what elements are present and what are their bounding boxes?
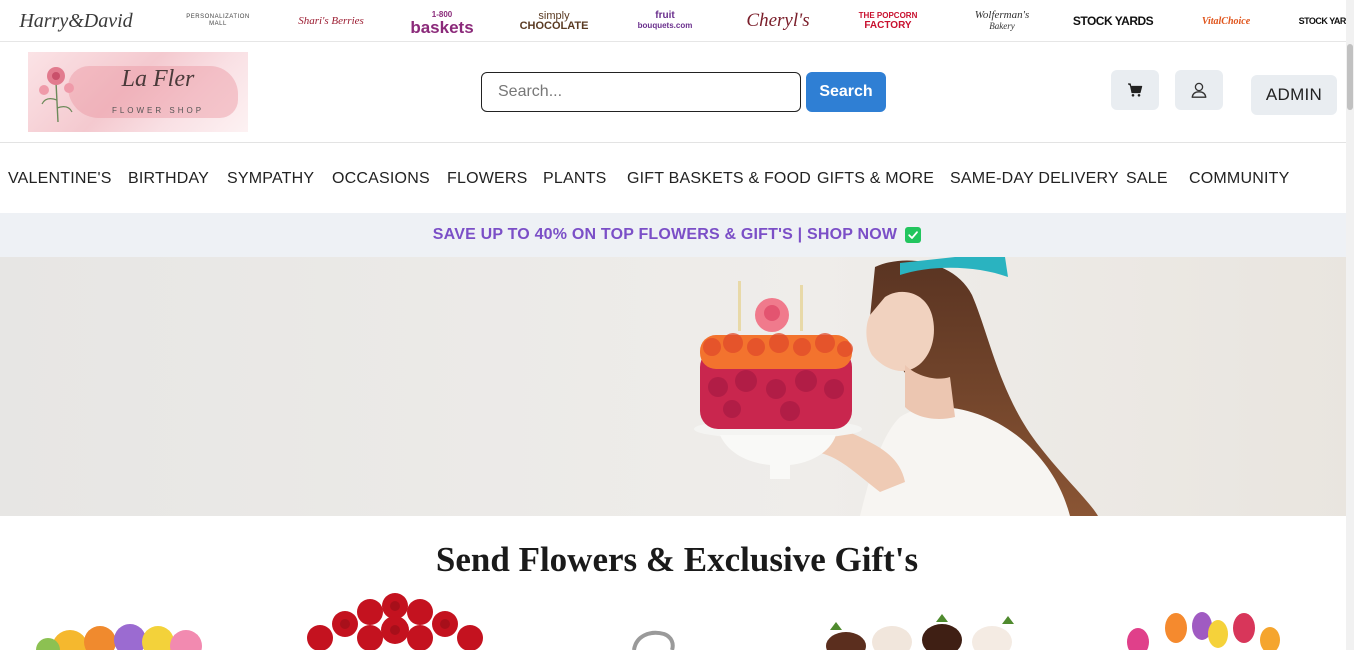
nav-plants[interactable]: PLANTS xyxy=(543,143,606,213)
product-image-tulips xyxy=(1127,612,1280,650)
product-card-strawberries[interactable] xyxy=(822,612,1030,650)
brand-stock-yards[interactable]: STOCK YARDS xyxy=(1073,0,1154,42)
brand-fruit-bottom: bouquets.com xyxy=(637,21,693,30)
nav-flowers[interactable]: FLOWERS xyxy=(447,143,528,213)
hero-banner[interactable] xyxy=(0,257,1354,516)
brand-popcorn-bottom: FACTORY xyxy=(864,20,912,31)
nav-sympathy[interactable]: SYMPATHY xyxy=(227,143,314,213)
product-row xyxy=(0,590,1354,650)
brand-sharis-berries[interactable]: Shari's Berries xyxy=(298,0,364,42)
user-icon xyxy=(1191,82,1207,98)
brand-simply-bottom: CHOCOLATE xyxy=(519,20,589,32)
logo-subtitle: FLOWER SHOP xyxy=(111,106,205,115)
brand-vital-choice[interactable]: VitalChoice xyxy=(1198,0,1254,42)
page: Harry&David PERSONALIZATION MALL Shari's… xyxy=(0,0,1354,650)
product-card-red-roses[interactable] xyxy=(300,592,490,650)
page-scrollbar[interactable] xyxy=(1346,0,1354,650)
brand-personalization-mall-top: PERSONALIZATION xyxy=(186,14,250,20)
brand-simply-chocolate[interactable]: simply CHOCOLATE xyxy=(519,0,589,42)
brand-baskets-main: baskets xyxy=(410,18,474,37)
admin-button[interactable]: ADMIN xyxy=(1251,75,1337,115)
site-header: La Fler FLOWER SHOP Search ADMIN xyxy=(0,42,1354,143)
brand-harry-david[interactable]: Harry&David xyxy=(14,0,138,42)
brand-1800-baskets[interactable]: 1-800 baskets xyxy=(410,0,474,42)
brand-fruit-top: fruit xyxy=(655,10,675,21)
product-image-red-roses xyxy=(307,593,483,650)
logo-script-text: La Fler xyxy=(121,66,195,92)
nav-gifts-more[interactable]: GIFTS & MORE xyxy=(817,143,934,213)
site-logo[interactable]: La Fler FLOWER SHOP xyxy=(28,52,248,132)
product-card-tulips[interactable] xyxy=(1110,608,1288,650)
nav-sale[interactable]: SALE xyxy=(1126,143,1168,213)
search-button[interactable]: Search xyxy=(806,72,886,112)
brand-wolfermans-bottom: Bakery xyxy=(989,21,1015,31)
brand-personalization-mall[interactable]: PERSONALIZATION MALL xyxy=(186,0,250,42)
brand-popcorn-factory[interactable]: THE POPCORN FACTORY xyxy=(859,0,918,42)
partner-brand-bar: Harry&David PERSONALIZATION MALL Shari's… xyxy=(0,0,1354,42)
logo-flower-icon xyxy=(39,67,74,123)
cart-icon xyxy=(1128,83,1143,97)
brand-wolfermans-top: Wolferman's xyxy=(974,9,1030,21)
nav-same-day-delivery[interactable]: SAME-DAY DELIVERY xyxy=(950,143,1119,213)
product-image-gift-item xyxy=(632,630,675,650)
promo-banner[interactable]: SAVE UP TO 40% ON TOP FLOWERS & GIFT'S |… xyxy=(0,213,1354,257)
hero-image xyxy=(0,257,1354,516)
brand-personalization-mall-bottom: MALL xyxy=(209,21,227,27)
nav-gift-baskets-food[interactable]: GIFT BASKETS & FOOD xyxy=(627,143,811,213)
nav-valentines[interactable]: VALENTINE'S xyxy=(8,143,112,213)
section-title: Send Flowers & Exclusive Gift's xyxy=(435,540,919,579)
brand-wolfermans[interactable]: Wolferman's Bakery xyxy=(970,0,1034,42)
product-card-bouquet[interactable] xyxy=(30,612,222,650)
nav-birthday[interactable]: BIRTHDAY xyxy=(128,143,209,213)
check-icon xyxy=(905,227,922,243)
search-input[interactable] xyxy=(481,72,801,112)
product-card-gift-item[interactable] xyxy=(612,630,692,650)
promo-text: SAVE UP TO 40% ON TOP FLOWERS & GIFT'S |… xyxy=(432,226,898,243)
cart-button[interactable] xyxy=(1111,70,1159,110)
brand-stock-yards-2[interactable]: STOCK YARDS xyxy=(1299,0,1354,42)
product-image-bouquet xyxy=(36,624,202,650)
scrollbar-thumb[interactable] xyxy=(1347,44,1353,110)
brand-cheryls[interactable]: Cheryl's xyxy=(746,0,809,42)
brand-fruit-bouquets[interactable]: fruit bouquets.com xyxy=(636,0,694,42)
product-image-strawberries xyxy=(826,614,1014,650)
main-nav: VALENTINE'S BIRTHDAY SYMPATHY OCCASIONS … xyxy=(0,143,1354,213)
nav-occasions[interactable]: OCCASIONS xyxy=(332,143,430,213)
account-button[interactable] xyxy=(1175,70,1223,110)
nav-community[interactable]: COMMUNITY xyxy=(1189,143,1289,213)
